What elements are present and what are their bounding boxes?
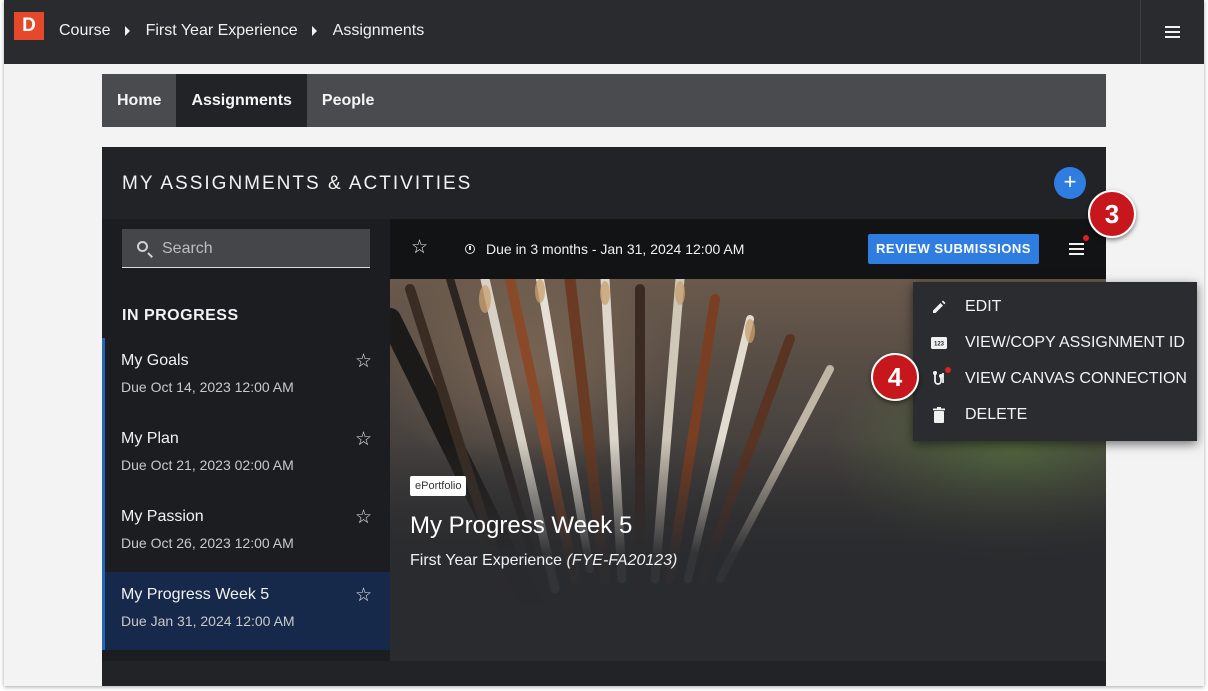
search-box: [122, 229, 370, 268]
callout-marker-4: 4: [871, 353, 919, 401]
numbers-icon: 123: [931, 337, 947, 349]
assignment-options-menu: EDIT 123 VIEW/COPY ASSIGNMENT ID VIEW CA…: [913, 282, 1197, 441]
list-item[interactable]: My Goals Due Oct 14, 2023 12:00 AM ☆: [102, 338, 390, 416]
course-name: First Year Experience: [410, 552, 563, 569]
list-item-due-date: Due Jan 31, 2024 12:00 AM: [121, 613, 295, 629]
course-code: (FYE-FA20123): [566, 552, 678, 569]
tab-assignments[interactable]: Assignments: [176, 74, 307, 127]
top-bar: D Course First Year Experience Assignmen…: [4, 0, 1204, 64]
breadcrumb-course-name[interactable]: First Year Experience: [146, 22, 298, 40]
assignment-type-badge: ePortfolio: [410, 476, 467, 496]
star-icon[interactable]: ☆: [355, 352, 372, 371]
assignment-course: First Year Experience (FYE-FA20123): [410, 552, 677, 570]
connection-icon: [933, 371, 944, 385]
notification-dot-icon: [945, 367, 951, 373]
list-item-due-date: Due Oct 14, 2023 12:00 AM: [121, 379, 294, 395]
list-item[interactable]: My Plan Due Oct 21, 2023 02:00 AM ☆: [102, 416, 390, 494]
list-item-title: My Plan: [121, 430, 179, 447]
app-window: D Course First Year Experience Assignmen…: [4, 0, 1204, 686]
search-input[interactable]: [162, 229, 362, 268]
trash-icon: [933, 407, 945, 423]
main-menu-button[interactable]: [1140, 0, 1204, 64]
assignment-title: My Progress Week 5: [410, 512, 633, 539]
breadcrumb-course[interactable]: Course: [59, 22, 111, 40]
breadcrumb-separator-icon: [124, 26, 130, 36]
list-item-selected[interactable]: My Progress Week 5 Due Jan 31, 2024 12:0…: [102, 572, 390, 650]
assignment-menu-button[interactable]: [1060, 235, 1092, 261]
favorite-star-icon[interactable]: ☆: [411, 238, 428, 257]
due-date-text: Due in 3 months - Jan 31, 2024 12:00 AM: [486, 241, 745, 257]
pencil-icon: [933, 300, 946, 313]
hamburger-menu-icon: [1068, 243, 1084, 255]
section-heading-in-progress: IN PROGRESS: [122, 307, 239, 324]
tab-home[interactable]: Home: [102, 74, 176, 127]
list-item[interactable]: My Passion Due Oct 26, 2023 12:00 AM ☆: [102, 494, 390, 572]
course-nav: Home Assignments People: [102, 74, 1106, 127]
menu-item-edit[interactable]: EDIT: [913, 289, 1197, 325]
svg-text:123: 123: [934, 342, 945, 348]
callout-marker-3: 3: [1088, 190, 1136, 238]
menu-item-view-canvas-connection[interactable]: VIEW CANVAS CONNECTION: [913, 361, 1197, 397]
menu-item-label: VIEW/COPY ASSIGNMENT ID: [965, 334, 1185, 351]
list-item-due-date: Due Oct 26, 2023 12:00 AM: [121, 535, 294, 551]
breadcrumb: Course First Year Experience Assignments: [59, 22, 424, 40]
clock-icon: [465, 244, 475, 254]
star-icon[interactable]: ☆: [355, 430, 372, 449]
menu-item-label: DELETE: [965, 406, 1028, 423]
list-item-title: My Progress Week 5: [121, 586, 270, 603]
breadcrumb-separator-icon: [311, 26, 317, 36]
assignment-list: My Goals Due Oct 14, 2023 12:00 AM ☆ My …: [102, 338, 390, 650]
star-icon[interactable]: ☆: [355, 586, 372, 605]
assignment-list-sidebar: IN PROGRESS My Goals Due Oct 14, 2023 12…: [102, 219, 390, 661]
add-assignment-button[interactable]: +: [1054, 167, 1086, 199]
menu-item-delete[interactable]: DELETE: [913, 397, 1197, 433]
review-submissions-button[interactable]: REVIEW SUBMISSIONS: [868, 234, 1039, 264]
app-logo[interactable]: D: [14, 12, 44, 40]
assignment-toolbar: ☆ Due in 3 months - Jan 31, 2024 12:00 A…: [390, 219, 1106, 279]
menu-item-label: VIEW CANVAS CONNECTION: [965, 370, 1187, 387]
tab-people[interactable]: People: [307, 74, 389, 127]
menu-item-view-copy-id[interactable]: 123 VIEW/COPY ASSIGNMENT ID: [913, 325, 1197, 361]
breadcrumb-current-page: Assignments: [332, 22, 425, 39]
star-icon[interactable]: ☆: [355, 508, 372, 527]
hamburger-menu-icon: [1165, 26, 1180, 38]
list-item-title: My Goals: [121, 352, 189, 369]
list-item-due-date: Due Oct 21, 2023 02:00 AM: [121, 457, 294, 473]
page-title: MY ASSIGNMENTS & ACTIVITIES: [122, 173, 473, 194]
search-icon: [137, 241, 148, 252]
list-item-title: My Passion: [121, 508, 204, 525]
menu-item-label: EDIT: [965, 298, 1002, 315]
notification-dot-icon: [1083, 235, 1089, 241]
